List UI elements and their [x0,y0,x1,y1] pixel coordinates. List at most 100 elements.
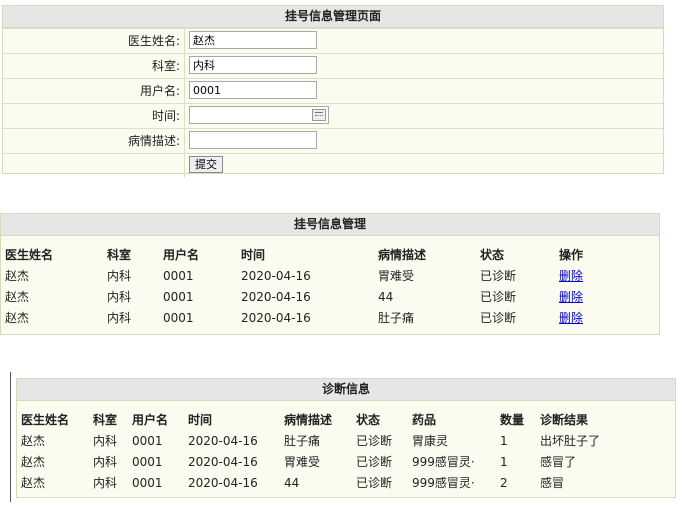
cell-doctor: 赵杰 [5,269,30,283]
col-header-user: 用户名 [132,412,169,427]
col-header-doctor: 医生姓名 [21,412,70,427]
cell-dept: 内科 [107,290,132,304]
cell-user: 0001 [163,310,194,325]
username-input[interactable] [189,81,317,99]
doctor-label: 医生姓名: [3,29,185,53]
submit-button[interactable]: 提交 [189,156,223,173]
time-date-input[interactable] [189,106,329,124]
cell-user: 0001 [132,475,163,490]
delete-link[interactable]: 删除 [559,311,583,325]
cell-qty: 1 [500,454,508,469]
cell-desc: 44 [378,289,394,304]
registration-header-row: 医生姓名 科室 用户名 时间 病情描述 状态 操作 [1,243,659,265]
cell-qty: 1 [500,433,508,448]
cell-desc: 肚子痛 [378,311,415,325]
cell-time: 2020-04-16 [241,268,311,283]
form-row-username: 用户名: [3,78,663,103]
diagnosis-header-row: 医生姓名 科室 用户名 时间 病情描述 状态 药品 数量 诊断结果 [17,408,675,430]
cell-status: 已诊断 [356,476,393,490]
diagnosis-table: 医生姓名 科室 用户名 时间 病情描述 状态 药品 数量 诊断结果 赵杰 内科 … [17,408,675,493]
cell-status: 已诊断 [480,311,517,325]
cell-dept: 内科 [93,476,118,490]
submit-row-spacer [3,154,185,178]
doctor-input[interactable] [189,31,317,49]
cell-doctor: 赵杰 [21,434,46,448]
dept-label: 科室: [3,54,185,78]
cell-result: 感冒 [540,476,565,490]
col-header-status: 状态 [480,247,505,262]
cell-doctor: 赵杰 [5,290,30,304]
cell-user: 0001 [132,433,163,448]
form-title: 挂号信息管理页面 [3,6,663,28]
delete-link[interactable]: 删除 [559,290,583,304]
cell-time: 2020-04-16 [188,454,258,469]
table-row: 赵杰 内科 0001 2020-04-16 胃难受 已诊断 999感冒灵· 1 … [17,451,675,472]
col-header-time: 时间 [188,412,213,427]
col-header-status: 状态 [356,412,381,427]
col-header-user: 用户名 [163,247,200,262]
col-header-desc: 病情描述 [284,412,333,427]
table-row: 赵杰 内科 0001 2020-04-16 肚子痛 已诊断 删除 [1,307,659,328]
col-header-action: 操作 [559,247,584,262]
registration-title: 挂号信息管理 [1,214,659,236]
left-divider-line [10,372,11,502]
cell-time: 2020-04-16 [188,475,258,490]
cell-drug: 999感冒灵· [412,455,475,469]
cell-doctor: 赵杰 [21,455,46,469]
dept-input[interactable] [189,56,317,74]
table-row: 赵杰 内科 0001 2020-04-16 肚子痛 已诊断 胃康灵 1 出坏肚子… [17,430,675,451]
table-row: 赵杰 内科 0001 2020-04-16 44 已诊断 删除 [1,286,659,307]
condition-label: 病情描述: [3,129,185,153]
col-header-drug: 药品 [412,412,437,427]
col-header-result: 诊断结果 [540,412,589,427]
cell-result: 感冒了 [540,455,577,469]
col-header-desc: 病情描述 [378,247,427,262]
registration-form-panel: 挂号信息管理页面 医生姓名: 科室: 用户名: 时间: 病情描述: 提交 [2,5,664,178]
form-row-time: 时间: [3,103,663,128]
username-label: 用户名: [3,79,185,103]
cell-drug: 胃康灵 [412,434,449,448]
cell-status: 已诊断 [356,455,393,469]
registration-table: 医生姓名 科室 用户名 时间 病情描述 状态 操作 赵杰 内科 0001 202… [1,243,659,328]
cell-doctor: 赵杰 [21,476,46,490]
form-row-condition: 病情描述: [3,128,663,153]
cell-status: 已诊断 [480,269,517,283]
form-row-doctor: 医生姓名: [3,28,663,53]
diagnosis-table-panel: 诊断信息 医生姓名 科室 用户名 时间 病情描述 状态 药品 数量 诊断结果 赵… [16,378,676,498]
table-row: 赵杰 内科 0001 2020-04-16 胃难受 已诊断 删除 [1,265,659,286]
cell-desc: 胃难受 [284,455,321,469]
registration-table-panel: 挂号信息管理 医生姓名 科室 用户名 时间 病情描述 状态 操作 赵杰 内科 0… [0,213,660,335]
col-header-doctor: 医生姓名 [5,247,54,262]
table-row: 赵杰 内科 0001 2020-04-16 44 已诊断 999感冒灵· 2 感… [17,472,675,493]
col-header-dept: 科室 [107,247,132,262]
cell-time: 2020-04-16 [241,310,311,325]
cell-user: 0001 [163,268,194,283]
cell-time: 2020-04-16 [188,433,258,448]
cell-dept: 内科 [93,434,118,448]
cell-qty: 2 [500,475,508,490]
cell-desc: 胃难受 [378,269,415,283]
cell-drug: 999感冒灵· [412,476,475,490]
cell-dept: 内科 [93,455,118,469]
cell-dept: 内科 [107,269,132,283]
cell-status: 已诊断 [480,290,517,304]
delete-link[interactable]: 删除 [559,269,583,283]
cell-time: 2020-04-16 [241,289,311,304]
col-header-qty: 数量 [500,412,525,427]
cell-dept: 内科 [107,311,132,325]
cell-status: 已诊断 [356,434,393,448]
calendar-icon[interactable] [312,109,326,121]
cell-doctor: 赵杰 [5,311,30,325]
diagnosis-title: 诊断信息 [17,379,675,401]
condition-input[interactable] [189,131,317,149]
col-header-dept: 科室 [93,412,118,427]
cell-desc: 肚子痛 [284,434,321,448]
cell-desc: 44 [284,475,300,490]
cell-user: 0001 [132,454,163,469]
cell-user: 0001 [163,289,194,304]
form-row-submit: 提交 [3,153,663,178]
form-row-dept: 科室: [3,53,663,78]
time-label: 时间: [3,104,185,128]
cell-result: 出坏肚子了 [540,434,601,448]
col-header-time: 时间 [241,247,266,262]
